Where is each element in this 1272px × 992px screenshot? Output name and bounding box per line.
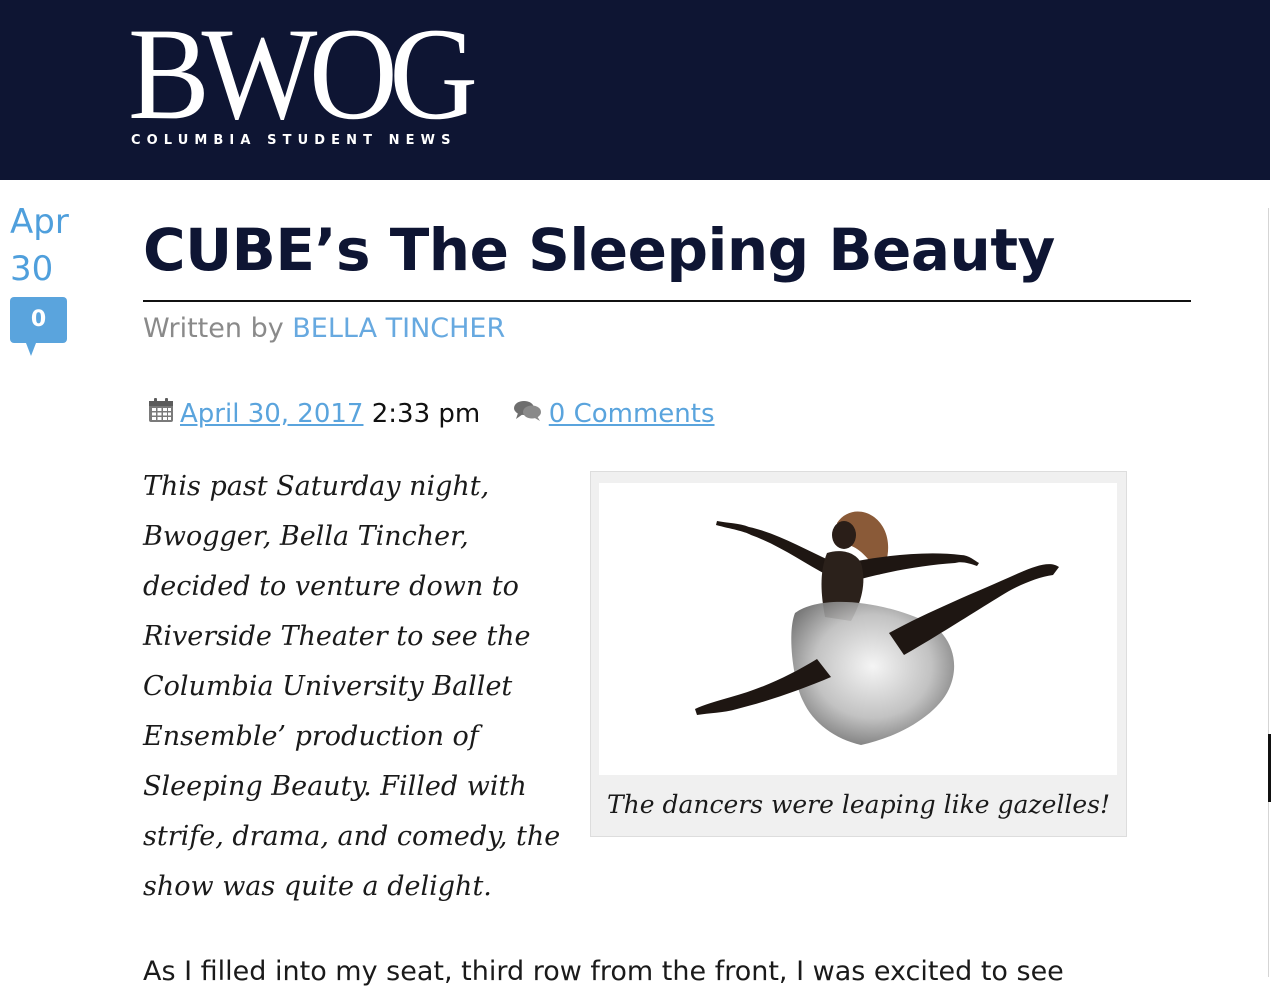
author-link[interactable]: BELLA TINCHER [292,313,505,344]
article-title: CUBE’s The Sleeping Beauty [143,216,1055,284]
calendar-icon [148,397,174,433]
ballerina-image[interactable] [599,483,1117,775]
comment-badge-tail [26,343,36,356]
post-date-day: 30 [10,249,54,289]
article-body-paragraph: As I filled into my seat, third row from… [143,956,1064,987]
post-time: 2:33 pm [371,399,481,429]
post-date-link[interactable]: April 30, 2017 [180,399,363,429]
scrollbar-thumb[interactable] [1268,734,1271,802]
speech-bubbles-icon [513,397,543,433]
figure-caption: The dancers were leaping like gazelles! [606,790,1111,819]
comments-link[interactable]: 0 Comments [549,399,715,429]
article-figure: The dancers were leaping like gazelles! [590,471,1127,837]
post-meta: April 30, 2017 2:33 pm 0 Comments [148,396,715,433]
title-divider [143,300,1191,302]
content-right-border [1268,208,1269,977]
post-date-month: Apr [10,202,69,242]
logo-wordmark[interactable]: BWOG [128,8,478,140]
byline-prefix: Written by [143,313,284,344]
byline: Written by BELLA TINCHER [143,310,505,348]
article-lede: This past Saturday night, Bwogger, Bella… [143,471,561,902]
site-header: BWOG COLUMBIA STUDENT NEWS [0,0,1270,180]
comment-count-badge[interactable]: 0 [10,297,67,343]
logo-tagline: COLUMBIA STUDENT NEWS [131,133,457,148]
